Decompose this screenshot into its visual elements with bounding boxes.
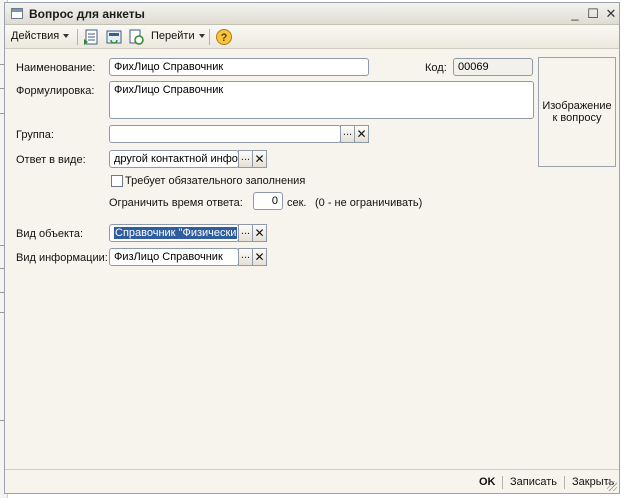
title-bar[interactable]: Вопрос для анкеты _ ☐ ✕ [5, 3, 619, 25]
wording-textarea[interactable]: ФихЛицо Справочник [109, 81, 534, 119]
object-type-field[interactable]: Справочник "Физически [109, 224, 239, 242]
help-glyph: ? [221, 32, 228, 44]
minimize-button[interactable]: _ [567, 6, 583, 22]
form-icon [11, 8, 23, 19]
name-field[interactable]: ФихЛицо Справочник [109, 58, 369, 76]
info-type-clear-button[interactable]: ✕ [252, 248, 267, 266]
image-button-line1: Изображение [542, 100, 612, 112]
save-refresh-icon[interactable] [105, 28, 123, 46]
info-type-field[interactable]: ФизЛицо Справочник [109, 248, 239, 266]
name-label: Наименование: [16, 62, 96, 74]
code-label: Код: [425, 62, 447, 74]
time-hint-label: (0 - не ограничивать) [315, 197, 423, 209]
resize-grip[interactable] [607, 481, 617, 491]
info-type-select-button[interactable]: ... [238, 248, 253, 266]
info-type-label: Вид информации: [16, 252, 108, 264]
time-unit-label: сек. [287, 197, 307, 209]
chevron-down-icon [63, 34, 70, 39]
toolbar: Действия Перейти ? [5, 25, 619, 49]
object-type-label: Вид объекта: [16, 228, 84, 240]
answer-type-clear-button[interactable]: ✕ [252, 150, 267, 168]
image-button-line2: к вопросу [552, 112, 602, 124]
object-type-clear-button[interactable]: ✕ [252, 224, 267, 242]
actions-menu-button[interactable]: Действия [11, 30, 70, 42]
toolbar-separator [209, 29, 210, 45]
group-clear-button[interactable]: ✕ [354, 125, 369, 143]
answer-type-select-button[interactable]: ... [238, 150, 253, 168]
copy-refresh-icon[interactable] [127, 28, 145, 46]
dialog-window: Вопрос для анкеты _ ☐ ✕ Действия Перейти [4, 2, 620, 494]
ok-button[interactable]: OK [479, 476, 496, 488]
group-select-button[interactable]: ... [340, 125, 355, 143]
save-button[interactable]: Записать [510, 476, 557, 488]
window-title: Вопрос для анкеты [29, 7, 145, 21]
answer-type-field[interactable]: другой контактной инфо [109, 150, 239, 168]
help-icon[interactable]: ? [215, 28, 233, 46]
code-field[interactable]: 00069 [453, 58, 533, 76]
time-limit-input[interactable]: 0 [253, 192, 283, 210]
actions-menu-label: Действия [11, 30, 60, 42]
object-type-value: Справочник "Физически [114, 227, 238, 239]
wording-label: Формулировка: [16, 85, 95, 97]
required-label: Требует обязательного заполнения [125, 175, 306, 187]
object-type-select-button[interactable]: ... [238, 224, 253, 242]
footer-separator [564, 476, 565, 489]
group-field[interactable] [109, 125, 341, 143]
goto-menu-label: Перейти [151, 30, 195, 42]
goto-menu-button[interactable]: Перейти [151, 30, 205, 42]
toolbar-separator [77, 29, 78, 45]
close-window-button[interactable]: ✕ [603, 6, 619, 22]
footer-bar: OK Записать Закрыть [5, 469, 619, 493]
answer-type-label: Ответ в виде: [16, 154, 86, 166]
footer-separator [502, 476, 503, 489]
group-label: Группа: [16, 129, 54, 141]
maximize-button[interactable]: ☐ [585, 6, 601, 22]
question-image-button[interactable]: Изображение к вопросу [538, 57, 616, 167]
time-limit-label: Ограничить время ответа: [109, 197, 243, 209]
chevron-down-icon [198, 34, 205, 39]
required-checkbox[interactable] [111, 175, 123, 187]
list-icon[interactable] [83, 28, 101, 46]
